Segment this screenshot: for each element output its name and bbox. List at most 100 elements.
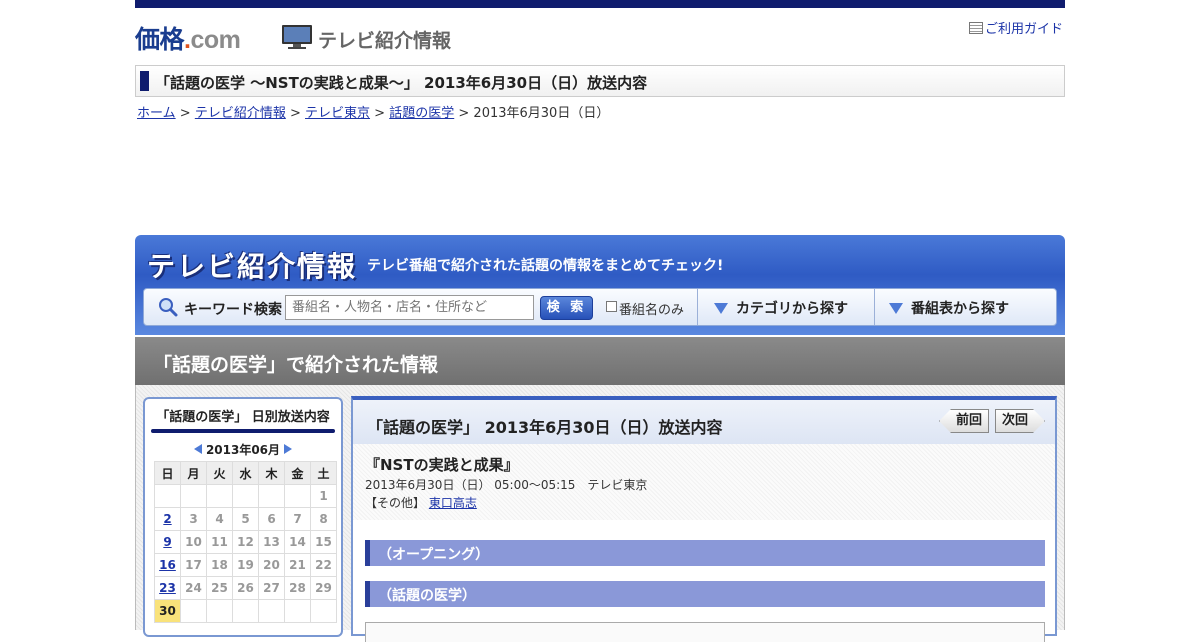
program-only-checkbox[interactable] [606,301,617,312]
weekday-header: 月 [180,461,207,485]
prev-month-icon[interactable] [193,444,202,454]
calendar-day: 30 [154,599,181,623]
calendar-day [232,599,259,623]
search-bar: キーワード検索 検 索 番組名のみ カテゴリから探す 番組表から探す [143,288,1057,326]
section-title[interactable]: テレビ紹介情報 [318,26,451,53]
weekday-header: 土 [310,461,337,485]
calendar-day: 29 [310,576,337,600]
guide-icon [968,22,983,34]
header: 価格.com テレビ紹介情報 ご利用ガイド [135,20,1065,56]
calendar-day: 27 [258,576,285,600]
calendar-day [206,484,233,508]
program-only-label: 番組名のみ [619,303,685,318]
calendar-day: 19 [232,553,259,577]
guide-link[interactable]: ご利用ガイド [968,18,1063,37]
schedule-dropdown[interactable]: 番組表から探す [889,298,1009,318]
corner-heading-opening: （オープニング） [365,540,1045,566]
calendar-day [310,599,337,623]
calendar-day-link[interactable]: 23 [159,581,176,595]
calendar-day: 1 [310,484,337,508]
calendar-day-link[interactable]: 9 [163,535,171,549]
prev-episode-button[interactable]: 前回 [939,409,989,433]
breadcrumb-tv-tokyo[interactable]: テレビ東京 [305,106,370,121]
calendar-title: 「話題の医学」 日別放送内容 [156,410,330,425]
content-box [365,622,1045,642]
breadcrumb-tv-info[interactable]: テレビ紹介情報 [195,106,286,121]
divider [697,289,698,325]
keyword-search-label: キーワード検索 [184,302,282,318]
person-link[interactable]: 東口高志 [429,496,477,510]
top-bar [135,0,1065,8]
calendar-day: 10 [180,530,207,554]
weekday-header: 日 [154,461,181,485]
calendar-day [284,599,311,623]
calendar-day: 28 [284,576,311,600]
weekday-header: 金 [284,461,311,485]
calendar-day: 14 [284,530,311,554]
calendar-day: 24 [180,576,207,600]
next-month-icon[interactable] [284,444,293,454]
calendar-day: 17 [180,553,207,577]
divider [874,289,875,325]
calendar-day: 12 [232,530,259,554]
calendar-day: 3 [180,507,207,531]
tv-info-logo[interactable]: テレビ紹介情報 [147,245,357,285]
triangle-down-icon [889,303,903,314]
calendar-day: 11 [206,530,233,554]
calendar-day [180,484,207,508]
breadcrumb-current: 2013年6月30日（日） [473,106,610,121]
weekday-header: 木 [258,461,285,485]
calendar-day [232,484,259,508]
episode-datetime-channel: 2013年6月30日（日） 05:00～05:15 テレビ東京 [365,478,648,492]
calendar-day [284,484,311,508]
next-episode-button[interactable]: 次回 [995,409,1045,433]
weekday-header: 水 [232,461,259,485]
section-heading: 「話題の医学」で紹介された情報 [153,354,439,376]
page-title: 「話題の医学 ～NSTの実践と成果～」 2013年6月30日（日）放送内容 [155,74,648,92]
breadcrumb: ホーム > テレビ紹介情報 > テレビ東京 > 話題の医学 > 2013年6月3… [137,106,610,121]
episode-other: 【その他】 東口高志 [365,496,477,510]
broadcast-header: 「話題の医学」 2013年6月30日（日）放送内容 前回 次回 [353,400,1055,444]
section-heading-bar: 「話題の医学」で紹介された情報 [135,337,1065,385]
calendar-day: 15 [310,530,337,554]
calendar-day[interactable]: 23 [154,576,181,600]
calendar-day[interactable]: 9 [154,530,181,554]
calendar-day: 13 [258,530,285,554]
calendar-day[interactable]: 16 [154,553,181,577]
calendar-title-underline [151,429,335,433]
page-title-box: 「話題の医学 ～NSTの実践と成果～」 2013年6月30日（日）放送内容 [135,65,1065,97]
triangle-down-icon [714,303,728,314]
calendar-day: 20 [258,553,285,577]
breadcrumb-home[interactable]: ホーム [137,106,176,121]
breadcrumb-program[interactable]: 話題の医学 [389,106,454,121]
calendar-day: 25 [206,576,233,600]
calendar-day: 18 [206,553,233,577]
calendar-day[interactable]: 2 [154,507,181,531]
daily-calendar-panel: 「話題の医学」 日別放送内容 2013年06月 日月火水木金土123456789… [143,397,343,637]
title-accent-bar [140,71,149,91]
search-button[interactable]: 検 索 [540,296,593,320]
calendar-day: 21 [284,553,311,577]
calendar-month-nav: 2013年06月 [145,441,341,458]
keyword-search-input[interactable] [285,295,534,320]
calendar-day [258,484,285,508]
calendar-day-link[interactable]: 16 [159,558,176,572]
calendar-day [180,599,207,623]
episode-summary: 『NSTの実践と成果』 2013年6月30日（日） 05:00～05:15 テレ… [353,444,1055,520]
calendar-day: 8 [310,507,337,531]
calendar-day [154,484,181,508]
calendar-day: 5 [232,507,259,531]
calendar-day: 6 [258,507,285,531]
episode-title: 『NSTの実践と成果』 [365,456,519,474]
calendar-day-link[interactable]: 2 [163,512,171,526]
kakaku-logo[interactable]: 価格.com [135,20,241,56]
tv-info-banner: テレビ紹介情報 テレビ番組で紹介された話題の情報をまとめてチェック! キーワード… [135,235,1065,335]
calendar-day: 7 [284,507,311,531]
calendar-day [258,599,285,623]
category-dropdown[interactable]: カテゴリから探す [714,298,848,318]
calendar-day: 26 [232,576,259,600]
calendar-day: 4 [206,507,233,531]
search-icon [159,298,178,317]
weekday-header: 火 [206,461,233,485]
tv-icon [282,25,312,49]
